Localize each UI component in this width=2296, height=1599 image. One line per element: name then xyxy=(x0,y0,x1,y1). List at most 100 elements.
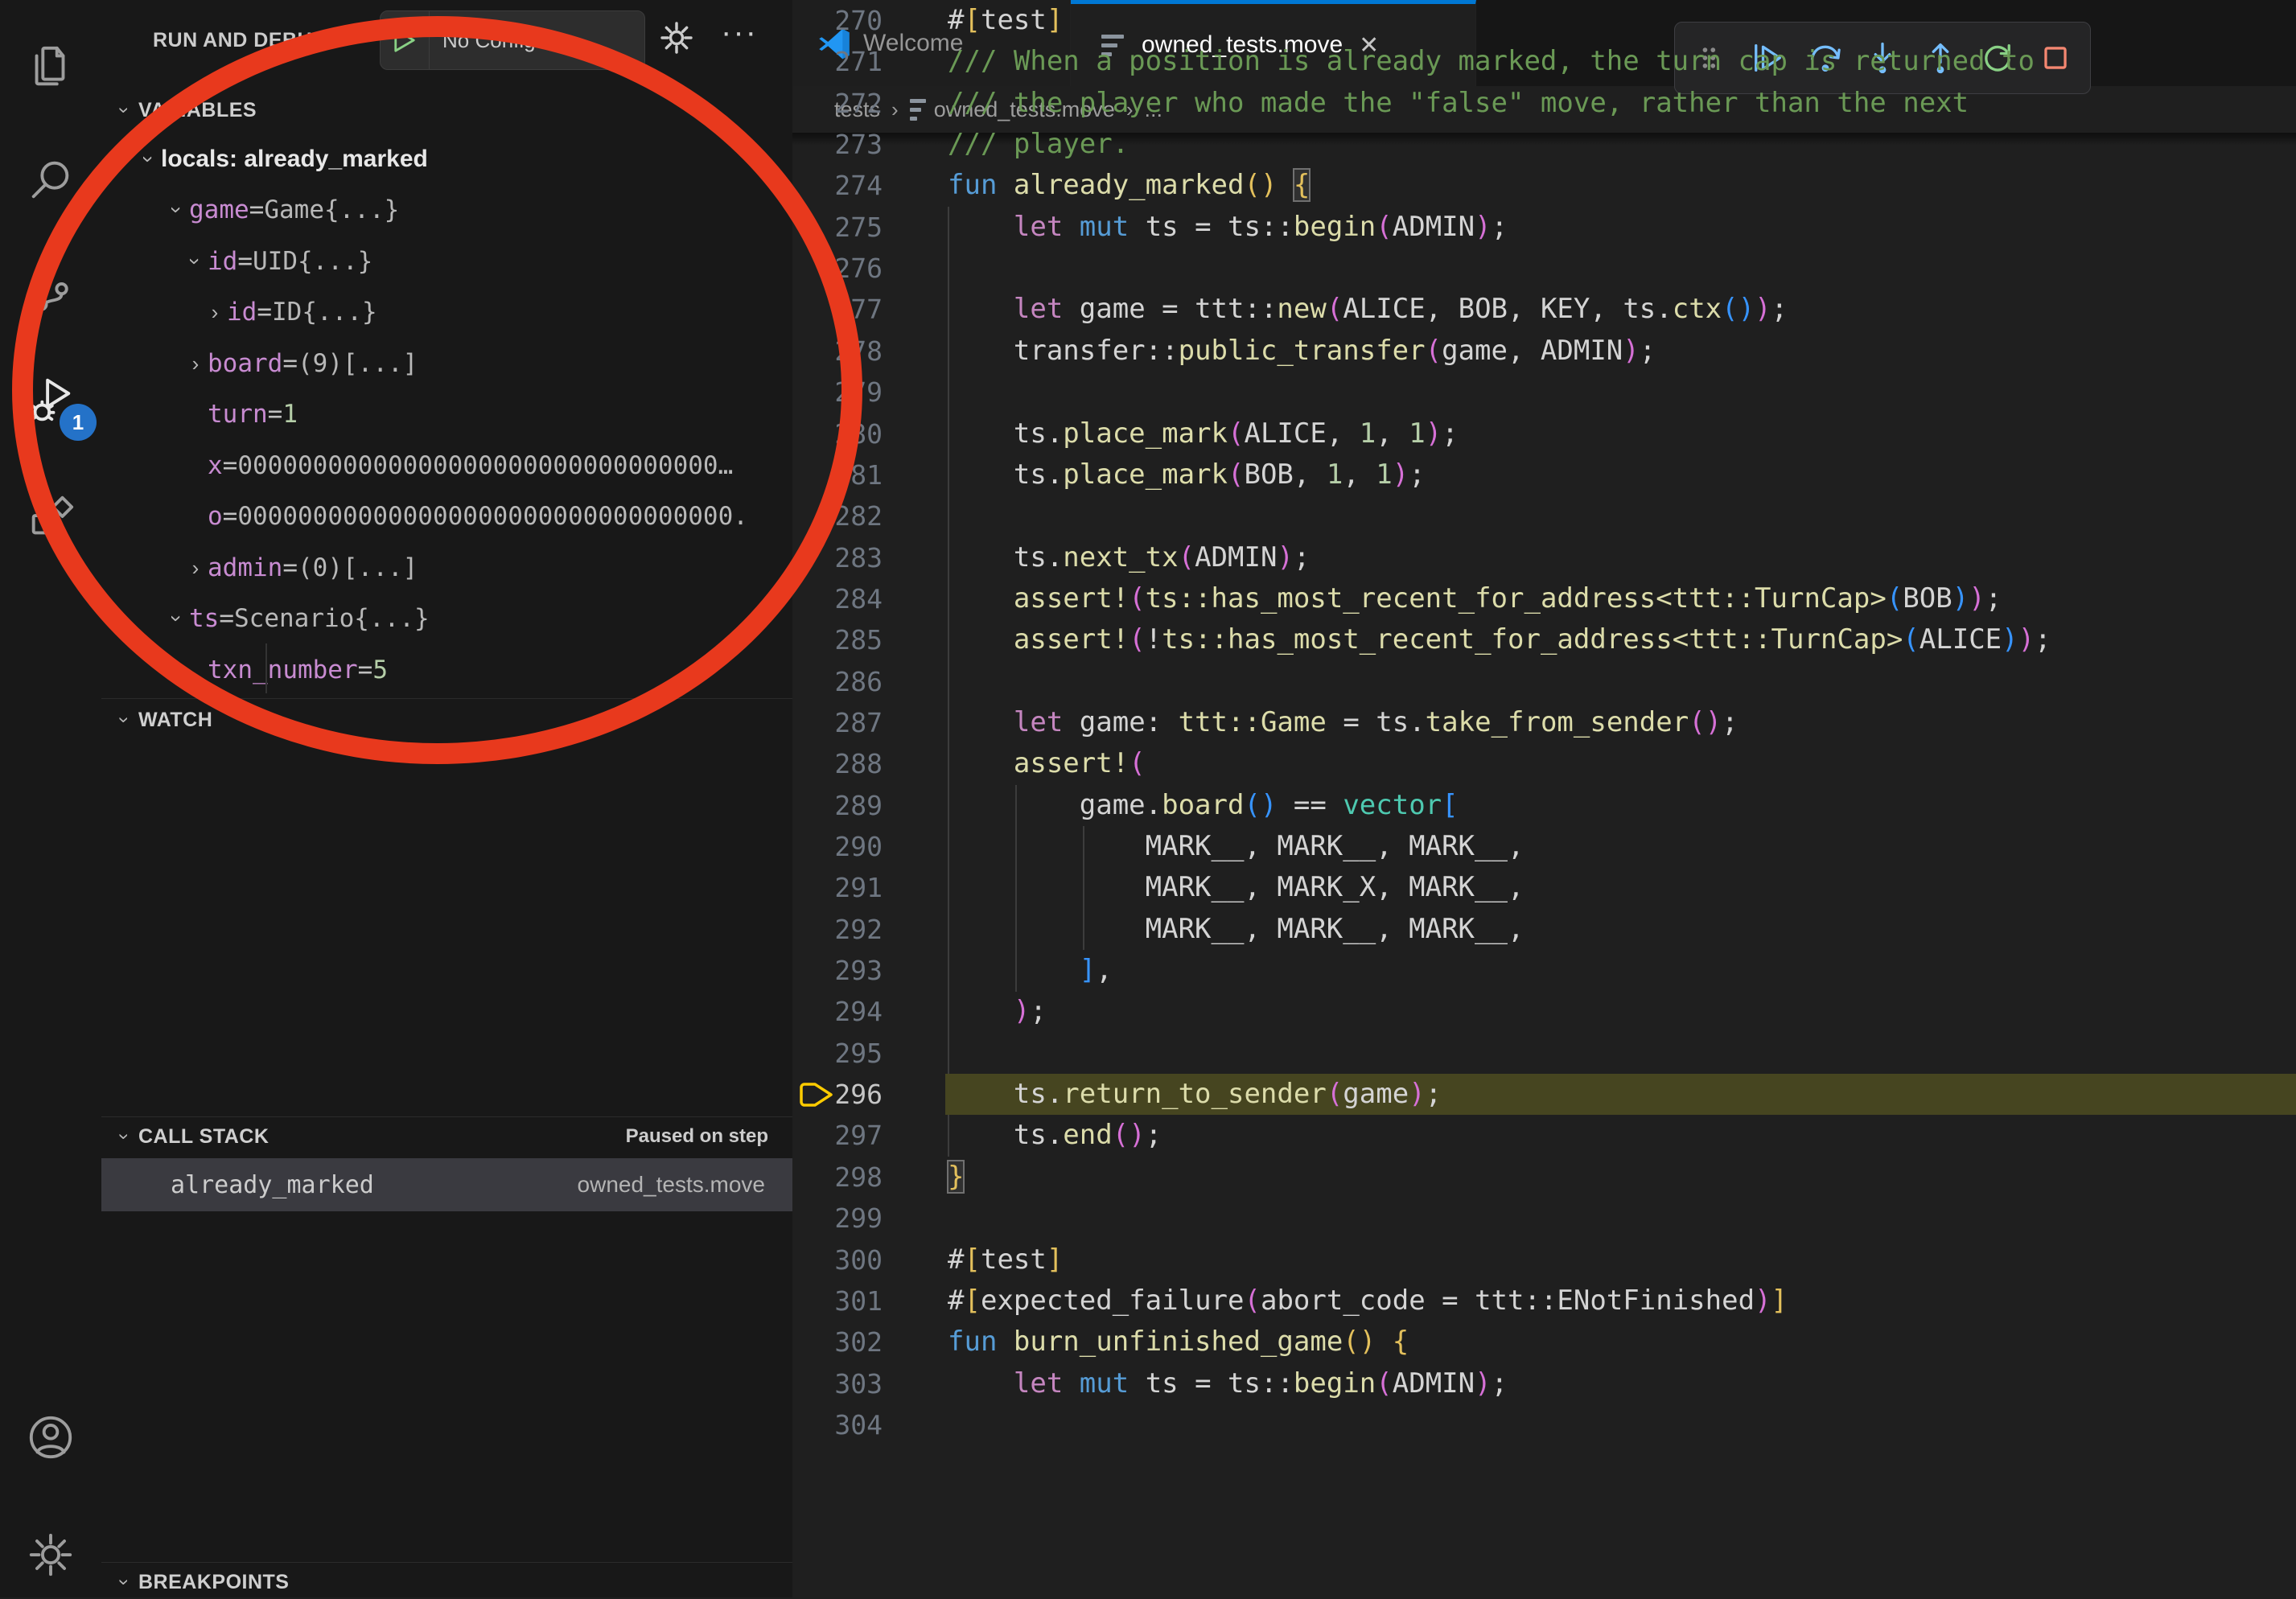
code-line[interactable]: 277 let game = ttt::new(ALICE, BOB, KEY,… xyxy=(792,289,2296,330)
code-line[interactable]: 297 ts.end(); xyxy=(792,1115,2296,1156)
line-number: 272 xyxy=(792,83,883,124)
variable-row-o[interactable]: o = 000000000000000000000000000000000. xyxy=(101,491,792,542)
line-number: 299 xyxy=(792,1198,883,1239)
watch-section-header[interactable]: › WATCH xyxy=(101,703,792,737)
activity-bar-item-source-control[interactable] xyxy=(0,248,101,336)
code-line[interactable]: 302fun burn_unfinished_game() { xyxy=(792,1322,2296,1363)
code-line[interactable]: 281 ts.place_mark(BOB, 1, 1); xyxy=(792,454,2296,495)
line-number: 295 xyxy=(792,1033,883,1074)
equals-sign: = xyxy=(223,502,238,531)
line-number: 285 xyxy=(792,619,883,660)
variable-row-txn_number[interactable]: txn_number = 5 xyxy=(101,644,792,695)
breakpoints-section-header[interactable]: › BREAKPOINTS xyxy=(101,1565,792,1599)
variable-row-admin[interactable]: ›admin = (0)[...] xyxy=(101,542,792,593)
code-line[interactable]: 289 game.board() == vector[ xyxy=(792,785,2296,826)
more-actions-button[interactable]: ··· xyxy=(721,14,758,51)
activity-bar: 1 xyxy=(0,0,101,1597)
variable-row-id[interactable]: ›id = UID{...} xyxy=(101,236,792,286)
code-line[interactable]: 283 ts.next_tx(ADMIN); xyxy=(792,537,2296,578)
call-stack-section-header[interactable]: › CALL STACK Paused on step xyxy=(101,1120,792,1153)
variable-row-x[interactable]: x = 00000000000000000000000000000000… xyxy=(101,440,792,491)
code-line[interactable]: 295 xyxy=(792,1033,2296,1074)
code-line[interactable]: 293 ], xyxy=(792,950,2296,991)
search-icon xyxy=(26,154,76,204)
launch-configuration-dropdown[interactable]: No Configur › xyxy=(380,10,645,70)
call-stack-frame-row[interactable]: already_marked owned_tests.move xyxy=(101,1158,792,1211)
activity-bar-item-account[interactable] xyxy=(0,1393,101,1482)
code-text: ], xyxy=(948,950,1113,991)
code-line[interactable]: 291 MARK__, MARK_X, MARK__, xyxy=(792,867,2296,908)
code-line[interactable]: 294 ); xyxy=(792,991,2296,1032)
chevron-down-icon: › xyxy=(167,606,187,631)
activity-bar-item-run-and-debug[interactable]: 1 xyxy=(0,354,101,442)
code-line[interactable]: 274fun already_marked() { xyxy=(792,165,2296,206)
code-text: } xyxy=(948,1157,964,1198)
code-line[interactable]: 286 xyxy=(792,661,2296,702)
tree-indent-guide xyxy=(265,643,267,693)
run-and-debug-sidebar: RUN AND DEBUG No Configur › ··· › VARIAB… xyxy=(101,0,792,1597)
chevron-right-icon: › xyxy=(203,302,227,323)
code-line[interactable]: 282 xyxy=(792,495,2296,536)
code-line[interactable]: 288 assert!( xyxy=(792,743,2296,784)
chevron-down-icon: › xyxy=(114,1133,134,1140)
explorer-icon xyxy=(26,42,76,92)
code-line[interactable]: 304 xyxy=(792,1404,2296,1445)
code-text: ts.place_mark(BOB, 1, 1); xyxy=(948,454,1426,495)
variable-value: UID{...} xyxy=(253,247,372,276)
code-line[interactable]: 273/// player. xyxy=(792,124,2296,165)
variable-row-ts[interactable]: ›ts = Scenario{...} xyxy=(101,594,792,644)
variable-name: x xyxy=(208,451,223,480)
variable-name: admin xyxy=(208,553,282,582)
line-number: 298 xyxy=(792,1157,883,1198)
code-line[interactable]: 272/// the player who made the "false" m… xyxy=(792,83,2296,124)
code-line[interactable]: 287 let game: ttt::Game = ts.take_from_s… xyxy=(792,702,2296,743)
code-line[interactable]: 299 xyxy=(792,1198,2296,1239)
start-debugging-button[interactable] xyxy=(381,11,430,69)
code-text: #[expected_failure(abort_code = ttt::ENo… xyxy=(948,1280,1788,1322)
activity-bar-item-extensions[interactable] xyxy=(0,473,101,561)
code-text: MARK__, MARK__, MARK__, xyxy=(948,826,1524,867)
debug-settings-gear-button[interactable] xyxy=(658,19,695,60)
line-number: 290 xyxy=(792,826,883,867)
variable-row-board[interactable]: ›board = (9)[...] xyxy=(101,338,792,388)
section-divider xyxy=(101,698,792,699)
chevron-down-icon: › xyxy=(114,1579,134,1585)
code-line[interactable]: 300#[test] xyxy=(792,1239,2296,1280)
activity-bar-item-settings[interactable] xyxy=(0,1511,101,1599)
code-line[interactable]: 290 MARK__, MARK__, MARK__, xyxy=(792,826,2296,867)
code-editor[interactable]: 270#[test]271/// When a position is alre… xyxy=(792,133,2296,1577)
code-line[interactable]: 284 assert!(ts::has_most_recent_for_addr… xyxy=(792,578,2296,619)
line-number: 287 xyxy=(792,702,883,743)
source-control-icon xyxy=(26,267,76,317)
stack-frame-file: owned_tests.move xyxy=(578,1172,765,1198)
code-line[interactable]: 292 MARK__, MARK__, MARK__, xyxy=(792,909,2296,950)
chevron-down-icon: › xyxy=(138,147,159,171)
section-divider xyxy=(101,1562,792,1563)
code-line[interactable]: 270#[test] xyxy=(792,0,2296,41)
variable-row-turn[interactable]: turn = 1 xyxy=(101,389,792,440)
variable-row-game[interactable]: ›game = Game{...} xyxy=(101,185,792,236)
code-line[interactable]: 298} xyxy=(792,1157,2296,1198)
variables-scope-row[interactable]: ›locals: already_marked xyxy=(101,134,792,184)
variables-section-header[interactable]: › VARIABLES xyxy=(101,93,792,127)
line-number: 291 xyxy=(792,867,883,908)
activity-bar-item-search[interactable] xyxy=(0,135,101,224)
section-divider xyxy=(101,1116,792,1117)
code-line[interactable]: 285 assert!(!ts::has_most_recent_for_add… xyxy=(792,619,2296,660)
line-number: 303 xyxy=(792,1363,883,1404)
variable-row-id[interactable]: ›id = ID{...} xyxy=(101,287,792,338)
code-line[interactable]: 276 xyxy=(792,248,2296,289)
code-line[interactable]: 301#[expected_failure(abort_code = ttt::… xyxy=(792,1280,2296,1322)
code-text: game.board() == vector[ xyxy=(948,785,1459,826)
code-line[interactable]: 296 ts.return_to_sender(game); xyxy=(792,1074,2296,1115)
code-line[interactable]: 278 transfer::public_transfer(game, ADMI… xyxy=(792,331,2296,372)
code-line[interactable]: 280 ts.place_mark(ALICE, 1, 1); xyxy=(792,413,2296,454)
activity-bar-item-explorer[interactable] xyxy=(0,23,101,111)
code-line[interactable]: 279 xyxy=(792,372,2296,413)
code-line[interactable]: 271/// When a position is already marked… xyxy=(792,41,2296,82)
line-number: 273 xyxy=(792,124,883,165)
line-number: 289 xyxy=(792,785,883,826)
code-line[interactable]: 275 let mut ts = ts::begin(ADMIN); xyxy=(792,207,2296,248)
code-text: let game: ttt::Game = ts.take_from_sende… xyxy=(948,702,1738,743)
code-line[interactable]: 303 let mut ts = ts::begin(ADMIN); xyxy=(792,1363,2296,1404)
